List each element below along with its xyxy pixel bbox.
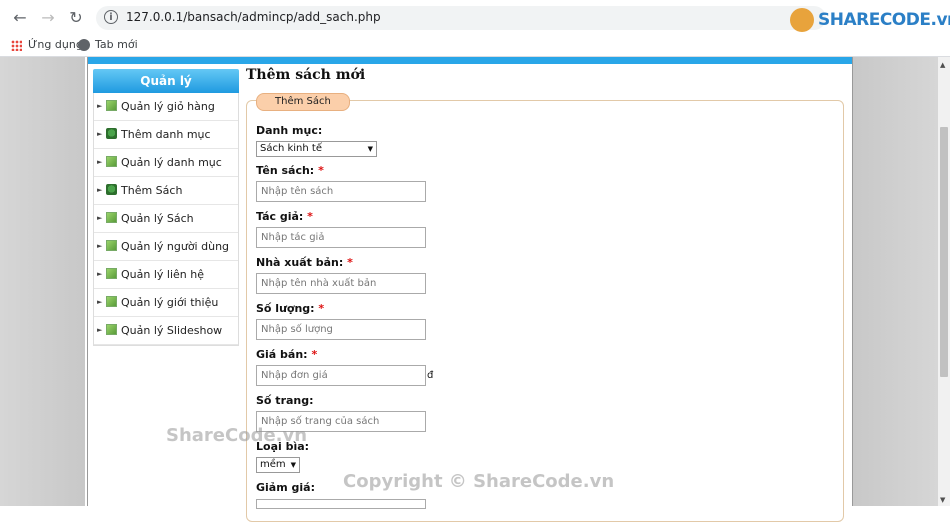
- sidebar-item-about[interactable]: ► Quản lý giới thiệu: [94, 289, 238, 317]
- main-content: Thêm sách mới Thêm Sách Danh mục: Sách k…: [246, 65, 846, 522]
- pages-label: Số trang:: [256, 394, 314, 407]
- sidebar-item-label: Quản lý giỏ hàng: [121, 100, 215, 113]
- sidebar-item-label: Quản lý liên hệ: [121, 268, 204, 281]
- sidebar-item-add-book[interactable]: ► Thêm Sách: [94, 177, 238, 205]
- add-icon: [106, 128, 117, 139]
- bullet-arrow-icon: ►: [97, 102, 103, 110]
- sidebar-list: ► Quản lý giỏ hàng ► Thêm danh mục ► Quả…: [93, 93, 239, 346]
- bullet-arrow-icon: ►: [97, 130, 103, 138]
- url-text: 127.0.0.1/bansach/admincp/add_sach.php: [126, 10, 381, 24]
- cover-selected-value: mềm: [260, 459, 286, 470]
- currency-unit: đ: [427, 370, 434, 381]
- info-icon[interactable]: i: [104, 10, 118, 24]
- bookmark-new-tab[interactable]: Tab mới: [95, 38, 138, 51]
- quantity-label: Số lượng: *: [256, 302, 325, 315]
- cover-type-select[interactable]: mềm ▼: [256, 457, 300, 473]
- sidebar-item-cart[interactable]: ► Quản lý giỏ hàng: [94, 93, 238, 121]
- globe-icon: [78, 39, 90, 51]
- book-name-label: Tên sách: *: [256, 164, 324, 177]
- sidebar-header: Quản lý: [93, 69, 239, 93]
- sidebar-item-label: Quản lý giới thiệu: [121, 296, 219, 309]
- fieldset-legend: Thêm Sách: [256, 93, 350, 111]
- add-icon: [106, 184, 117, 195]
- chevron-down-icon: ▼: [367, 145, 373, 153]
- back-arrow-icon[interactable]: ←: [10, 8, 30, 28]
- bullet-arrow-icon: ►: [97, 214, 103, 222]
- book-icon: [106, 212, 117, 223]
- book-name-input[interactable]: Nhập tên sách: [256, 181, 426, 202]
- price-input[interactable]: Nhập đơn giá: [256, 365, 426, 386]
- bullet-arrow-icon: ►: [97, 298, 103, 306]
- book-icon: [106, 240, 117, 251]
- top-menu-bar: [88, 57, 852, 64]
- publisher-label: Nhà xuất bản: *: [256, 256, 353, 269]
- book-icon: [106, 324, 117, 335]
- bookmarks-bar: Ứng dụng Tab mới: [0, 36, 950, 57]
- category-label: Danh mục:: [256, 124, 323, 137]
- price-label: Giá bán: *: [256, 348, 318, 361]
- book-icon: [106, 296, 117, 307]
- author-label: Tác giả: *: [256, 210, 313, 223]
- publisher-input[interactable]: Nhập tên nhà xuất bản: [256, 273, 426, 294]
- sidebar-item-users[interactable]: ► Quản lý người dùng: [94, 233, 238, 261]
- sidebar-item-contacts[interactable]: ► Quản lý liên hệ: [94, 261, 238, 289]
- book-icon: [106, 268, 117, 279]
- browser-toolbar: ← → ↻ i 127.0.0.1/bansach/admincp/add_sa…: [0, 0, 950, 36]
- sidebar-item-add-category[interactable]: ► Thêm danh mục: [94, 121, 238, 149]
- sidebar: Quản lý ► Quản lý giỏ hàng ► Thêm danh m…: [93, 69, 239, 346]
- discount-input[interactable]: [256, 499, 426, 509]
- sidebar-item-label: Thêm danh mục: [121, 128, 211, 141]
- author-input[interactable]: Nhập tác giả: [256, 227, 426, 248]
- book-icon: [106, 100, 117, 111]
- scroll-down-icon[interactable]: ▼: [940, 496, 945, 504]
- page-title: Thêm sách mới: [246, 67, 366, 83]
- address-bar[interactable]: i 127.0.0.1/bansach/admincp/add_sach.php: [96, 6, 826, 30]
- sidebar-item-label: Quản lý danh mục: [121, 156, 222, 169]
- reload-icon[interactable]: ↻: [66, 8, 86, 28]
- sidebar-item-label: Quản lý Slideshow: [121, 324, 223, 337]
- chevron-down-icon: ▼: [290, 461, 296, 469]
- logo-emblem-icon: [790, 8, 814, 32]
- sidebar-item-label: Thêm Sách: [121, 184, 183, 197]
- book-icon: [106, 156, 117, 167]
- add-book-fieldset: Thêm Sách Danh mục: Sách kinh tế ▼ Tên s…: [246, 93, 844, 522]
- logo-text: SHARECODE.vn: [818, 10, 950, 30]
- forward-arrow-icon[interactable]: →: [38, 8, 58, 28]
- sidebar-item-books[interactable]: ► Quản lý Sách: [94, 205, 238, 233]
- bullet-arrow-icon: ►: [97, 326, 103, 334]
- scroll-up-icon[interactable]: ▲: [940, 61, 945, 69]
- category-selected-value: Sách kinh tế: [260, 143, 322, 154]
- scroll-thumb[interactable]: [940, 127, 948, 377]
- bullet-arrow-icon: ►: [97, 158, 103, 166]
- quantity-input[interactable]: Nhập số lượng: [256, 319, 426, 340]
- watermark-left: ShareCode.vn: [166, 425, 308, 446]
- sidebar-item-label: Quản lý người dùng: [121, 240, 230, 253]
- scrollbar[interactable]: ▲ ▼: [938, 57, 950, 506]
- bullet-arrow-icon: ►: [97, 242, 103, 250]
- bookmark-apps[interactable]: Ứng dụng: [28, 38, 83, 51]
- discount-label: Giảm giá:: [256, 481, 315, 494]
- sidebar-item-categories[interactable]: ► Quản lý danh mục: [94, 149, 238, 177]
- watermark-bottom: Copyright © ShareCode.vn: [343, 471, 615, 492]
- sidebar-item-label: Quản lý Sách: [121, 212, 194, 225]
- apps-grid-icon[interactable]: [11, 40, 22, 51]
- category-select[interactable]: Sách kinh tế ▼: [256, 141, 377, 157]
- bullet-arrow-icon: ►: [97, 186, 103, 194]
- bullet-arrow-icon: ►: [97, 270, 103, 278]
- sidebar-item-slideshow[interactable]: ► Quản lý Slideshow: [94, 317, 238, 345]
